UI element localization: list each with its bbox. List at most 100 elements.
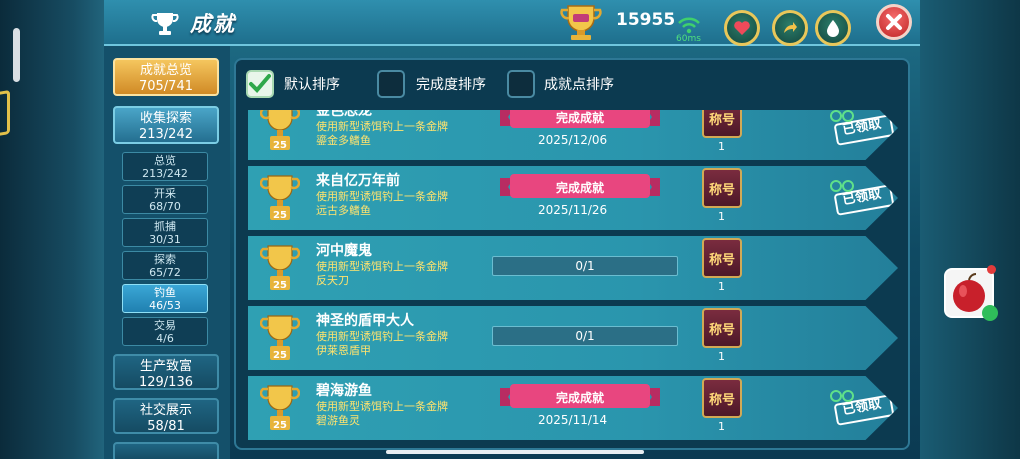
achievement-panel: 默认排序 完成度排序 成就点排序 25 金色恐龙 使用新型诱饵钓上一条金牌 鎏金… [234,58,910,450]
title-reward-badge: 称号 [702,378,742,418]
default-sort-label[interactable]: 默认排序 [284,74,340,94]
title-reward-badge: 称号 [702,308,742,348]
points-sort-checkbox[interactable] [507,70,535,98]
desc-line: 碧游鱼灵 [316,414,360,427]
default-sort-checkbox[interactable] [246,70,274,98]
progress-text: 0/1 [575,259,595,273]
points-value: 25 [273,210,287,221]
close-icon [886,14,902,30]
category-label: 社交展示 [139,403,192,418]
water-drop-icon [827,20,839,37]
right-screen-edge [920,0,1020,459]
progress-sort-checkbox[interactable] [377,70,405,98]
trophy-icon [151,13,179,35]
category-label: 收集探索 [139,111,192,126]
desc-line: 鎏金多鳍鱼 [316,134,371,147]
progress-bar: 0/1 [492,256,678,276]
sub-category-count: 4/6 [156,332,174,345]
category-overview[interactable]: 成就总览 705/741 [113,58,219,96]
achievement-row[interactable]: 25 河中魔鬼 使用新型诱饵钓上一条金牌 反天刀 0/1 称号 1 [248,236,898,300]
left-screen-edge [0,0,104,459]
points-sort-label[interactable]: 成就点排序 [544,74,614,94]
achievement-row[interactable]: 25 碧海游鱼 使用新型诱饵钓上一条金牌 碧游鱼灵 完成成就 2025/11/1… [248,376,898,440]
desc-line: 伊莱恩盾甲 [316,344,371,357]
ping-text: 60ms [676,34,701,44]
checkmark-icon [249,74,271,93]
page-title: 成就 [190,12,236,36]
share-arrow-icon [784,22,797,33]
achievement-row[interactable]: 25 神圣的盾甲大人 使用新型诱饵钓上一条金牌 伊莱恩盾甲 0/1 称号 1 [248,306,898,370]
sub-category-count: 68/70 [149,200,181,213]
desc-line: 使用新型诱饵钓上一条金牌 [316,260,448,273]
title-reward-badge: 称号 [702,168,742,208]
sub-category-label: 总览 [154,154,176,167]
close-button[interactable] [876,4,912,40]
sub-category-count: 213/242 [142,167,188,180]
notification-dot [987,265,996,274]
sort-options: 默认排序 完成度排序 成就点排序 [236,60,908,110]
status-text: 完成成就 [555,181,604,195]
category-social[interactable]: 社交展示 58/81 [113,398,219,434]
badge-label: 称号 [708,322,735,338]
category-sidebar: 成就总览 705/741 收集探索 213/242 总览 213/242 开采 … [104,46,230,459]
badge-count: 1 [718,350,725,363]
points-value: 25 [273,420,287,431]
sub-category-fishing[interactable]: 钓鱼 46/53 [122,284,208,313]
sub-category-label: 抓捕 [154,220,176,233]
achievement-row[interactable]: 25 来自亿万年前 使用新型诱饵钓上一条金牌 远古多鳍鱼 完成成就 2025/1… [248,166,898,230]
achievement-desc: 使用新型诱饵钓上一条金牌 远古多鳍鱼 [316,190,448,218]
completion-date: 2025/11/26 [538,203,608,217]
progress-sort-label[interactable]: 完成度排序 [416,74,486,94]
sub-category-trade[interactable]: 交易 4/6 [122,317,208,346]
achievement-name: 碧海游鱼 [316,383,372,399]
achievement-desc: 使用新型诱饵钓上一条金牌 鎏金多鳍鱼 [316,120,448,148]
achievement-name: 河中魔鬼 [316,243,372,259]
sub-category-explore[interactable]: 探索 65/72 [122,251,208,280]
heart-button[interactable] [724,10,760,46]
sub-category-overview[interactable]: 总览 213/242 [122,152,208,181]
badge-label: 称号 [708,182,735,198]
category-collect-explore[interactable]: 收集探索 213/242 [113,106,219,144]
desc-line: 反天刀 [316,274,349,287]
points-value: 25 [273,140,287,151]
badge-label: 称号 [708,392,735,408]
wifi-signal-icon [678,17,700,34]
achievement-name: 金色恐龙 [316,110,372,119]
sub-category-label: 开采 [154,187,176,200]
badge-label: 称号 [708,112,735,128]
sub-category-mining[interactable]: 开采 68/70 [122,185,208,214]
achievement-row[interactable]: 25 金色恐龙 使用新型诱饵钓上一条金牌 鎏金多鳍鱼 完成成就 2025/12/… [248,110,898,160]
share-button[interactable] [772,10,808,46]
progress-bar: 0/1 [492,326,678,346]
achievement-desc: 使用新型诱饵钓上一条金牌 碧游鱼灵 [316,400,448,428]
sub-category-count: 65/72 [149,266,181,279]
badge-count: 1 [718,140,725,153]
category-label: 生产致富 [139,359,192,374]
home-indicator[interactable] [386,450,644,454]
achievement-name: 神圣的盾甲大人 [316,313,414,329]
completion-date: 2025/11/14 [538,413,608,427]
sub-category-label: 探索 [154,253,176,266]
category-count: 129/136 [138,375,193,390]
completion-date: 2025/12/06 [538,133,608,147]
category-label: 成就总览 [139,63,192,78]
water-button[interactable] [815,10,851,46]
badge-label: 称号 [708,252,735,268]
title-reward-badge: 称号 [702,110,742,138]
points-value: 25 [273,280,287,291]
sub-category-capture[interactable]: 抓捕 30/31 [122,218,208,247]
side-handle[interactable] [13,28,20,82]
title-reward-badge: 称号 [702,238,742,278]
achievement-desc: 使用新型诱饵钓上一条金牌 伊莱恩盾甲 [316,330,448,358]
badge-count: 1 [718,210,725,223]
achievement-name: 来自亿万年前 [316,173,400,189]
points-value: 25 [273,350,287,361]
status-text: 完成成就 [555,111,604,125]
category-more[interactable] [113,442,219,459]
category-production[interactable]: 生产致富 129/136 [113,354,219,390]
desc-line: 使用新型诱饵钓上一条金牌 [316,400,448,413]
achievement-desc: 使用新型诱饵钓上一条金牌 反天刀 [316,260,448,288]
category-count: 58/81 [147,419,185,434]
wechat-icon [982,305,998,321]
desc-line: 使用新型诱饵钓上一条金牌 [316,190,448,203]
